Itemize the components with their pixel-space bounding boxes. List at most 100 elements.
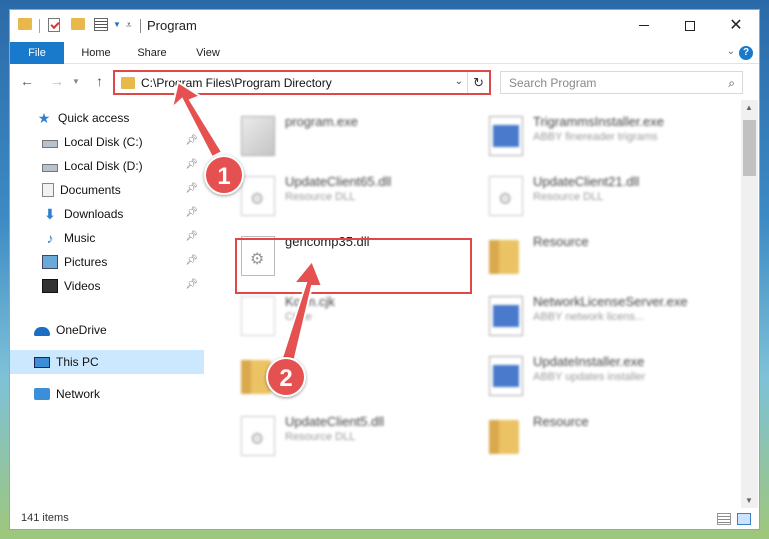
list-item[interactable]: UpdateClient5.dll Resource DLL	[233, 410, 473, 462]
file-name: Ko m.cjk	[285, 294, 335, 309]
file-name: TrigrammsInstaller.exe	[533, 114, 664, 129]
list-item[interactable]: TrigrammsInstaller.exe ABBY finereader t…	[481, 110, 721, 162]
pin-icon[interactable]: 📌︎	[185, 135, 198, 146]
new-folder-icon[interactable]	[71, 18, 85, 30]
navigation-pane: ★ Quick access Local Disk (C:) 📌︎ Local …	[10, 100, 204, 508]
file-name: Resource	[533, 414, 589, 429]
details-view-icon[interactable]	[717, 513, 731, 525]
maximize-button[interactable]	[667, 10, 713, 41]
file-name: UpdateClient5.dll	[285, 414, 385, 429]
dll-icon	[489, 176, 523, 216]
address-bar[interactable]: C:\Program Files\Program Directory ⌄ ↻	[114, 71, 490, 94]
sidebar-item-onedrive[interactable]: OneDrive	[10, 318, 204, 342]
vertical-scrollbar[interactable]: ▲ ▼	[741, 100, 758, 508]
sidebar-item-label: Pictures	[64, 255, 108, 269]
sidebar-item-this-pc[interactable]: This PC	[10, 350, 204, 374]
star-icon: ★	[37, 110, 51, 126]
sidebar-item-label: Videos	[64, 279, 101, 293]
pin-icon[interactable]: 📌︎	[185, 183, 198, 194]
file-name: UpdateClient65.dll	[285, 174, 392, 189]
list-item[interactable]: NetworkLicenseServer.exe ABBY network li…	[481, 290, 721, 342]
large-icons-view-icon[interactable]	[737, 513, 751, 525]
view-properties-icon[interactable]	[94, 18, 108, 31]
up-arrow-icon[interactable]: ↑	[96, 73, 103, 89]
status-bar: 141 items	[10, 508, 759, 529]
sidebar-item-music[interactable]: ♪ Music 📌︎	[10, 226, 204, 250]
file-icon	[241, 296, 275, 336]
minimize-button[interactable]	[621, 10, 667, 41]
downloads-icon: ⬇	[44, 206, 56, 222]
folder-icon	[121, 77, 135, 89]
help-icon[interactable]: ?	[739, 46, 753, 60]
divider	[39, 19, 40, 33]
scroll-down-icon[interactable]: ▼	[745, 496, 753, 505]
sidebar-item-local-disk-d[interactable]: Local Disk (D:) 📌︎	[10, 154, 204, 178]
customize-toolbar-icon[interactable]: ⩡	[126, 20, 132, 31]
cloud-icon	[34, 327, 50, 336]
pin-icon[interactable]: 📌︎	[185, 207, 198, 218]
expand-ribbon-icon[interactable]: ⌄	[727, 46, 735, 57]
music-icon: ♪	[46, 230, 54, 246]
list-item[interactable]: Resource	[481, 230, 721, 282]
address-path[interactable]: C:\Program Files\Program Directory	[141, 76, 332, 90]
dll-icon	[241, 416, 275, 456]
sidebar-item-local-disk-c[interactable]: Local Disk (C:) 📌︎	[10, 130, 204, 154]
tab-file[interactable]: File	[10, 42, 64, 64]
sidebar-item-label: Local Disk (D:)	[64, 159, 143, 173]
search-icon[interactable]: ⌕	[728, 76, 735, 91]
sidebar-item-label: Downloads	[64, 207, 124, 221]
properties-check-icon[interactable]	[48, 18, 60, 32]
pin-icon[interactable]: 📌︎	[185, 279, 198, 290]
sidebar-item-downloads[interactable]: ⬇ Downloads 📌︎	[10, 202, 204, 226]
tab-view[interactable]: View	[188, 42, 228, 64]
list-item[interactable]: Resource	[481, 410, 721, 462]
file-name: program.exe	[285, 114, 358, 129]
maximize-icon	[685, 20, 695, 31]
list-item[interactable]: UpdateClient21.dll Resource DLL	[481, 170, 721, 222]
pin-icon[interactable]: 📌︎	[185, 231, 198, 242]
pictures-icon	[42, 255, 58, 269]
folder-icon[interactable]	[18, 18, 32, 30]
sidebar-item-quick-access[interactable]: ★ Quick access	[10, 106, 204, 130]
folder-icon	[489, 240, 519, 274]
pin-icon[interactable]: 📌︎	[185, 255, 198, 266]
list-item[interactable]: UpdateInstaller.exe ABBY updates install…	[481, 350, 721, 402]
sidebar-item-network[interactable]: Network	[10, 382, 204, 406]
tab-share[interactable]: Share	[132, 42, 172, 64]
chevron-down-icon[interactable]: ⌄	[455, 76, 463, 87]
folder-icon	[489, 420, 519, 454]
chevron-down-icon[interactable]: ▼	[113, 20, 121, 29]
close-button[interactable]: ✕	[713, 10, 759, 41]
back-arrow-icon[interactable]: ←	[20, 73, 34, 89]
list-item[interactable]: UpdateClient65.dll Resource DLL	[233, 170, 473, 222]
file-name: Resource	[533, 234, 589, 249]
minimize-icon	[639, 25, 649, 26]
forward-arrow-icon[interactable]: →	[50, 73, 64, 89]
sidebar-item-label: Local Disk (C:)	[64, 135, 143, 149]
sidebar-item-pictures[interactable]: Pictures 📌︎	[10, 250, 204, 274]
file-highlight-box	[235, 238, 472, 294]
file-description: ABBY updates installer	[533, 371, 646, 383]
search-box[interactable]: Search Program ⌕	[500, 71, 743, 94]
sidebar-item-label: Quick access	[58, 111, 130, 125]
scrollbar-thumb[interactable]	[743, 120, 756, 176]
sidebar-item-videos[interactable]: Videos 📌︎	[10, 274, 204, 298]
list-item[interactable]: Ko m.cjk CK le	[233, 290, 473, 342]
step-2-badge: 2	[266, 357, 306, 397]
tab-home[interactable]: Home	[76, 42, 116, 64]
scroll-up-icon[interactable]: ▲	[745, 103, 753, 112]
explorer-window: ▼ ⩡ Program ✕ File Home Share View ⌄ ? ←…	[9, 9, 760, 530]
step-1-badge: 1	[204, 155, 244, 195]
list-item[interactable]: program.exe	[233, 110, 473, 162]
file-description: Resource DLL	[533, 191, 604, 203]
search-input[interactable]: Search Program	[509, 76, 596, 90]
close-icon: ✕	[729, 16, 743, 34]
divider	[140, 19, 141, 33]
sidebar-item-documents[interactable]: Documents 📌︎	[10, 178, 204, 202]
refresh-icon[interactable]: ↻	[473, 75, 484, 91]
recent-locations-icon[interactable]: ▼	[72, 77, 80, 86]
pin-icon[interactable]: 📌︎	[185, 159, 198, 170]
pc-icon	[34, 356, 50, 368]
file-name: NetworkLicenseServer.exe	[533, 294, 688, 309]
divider	[467, 72, 468, 93]
